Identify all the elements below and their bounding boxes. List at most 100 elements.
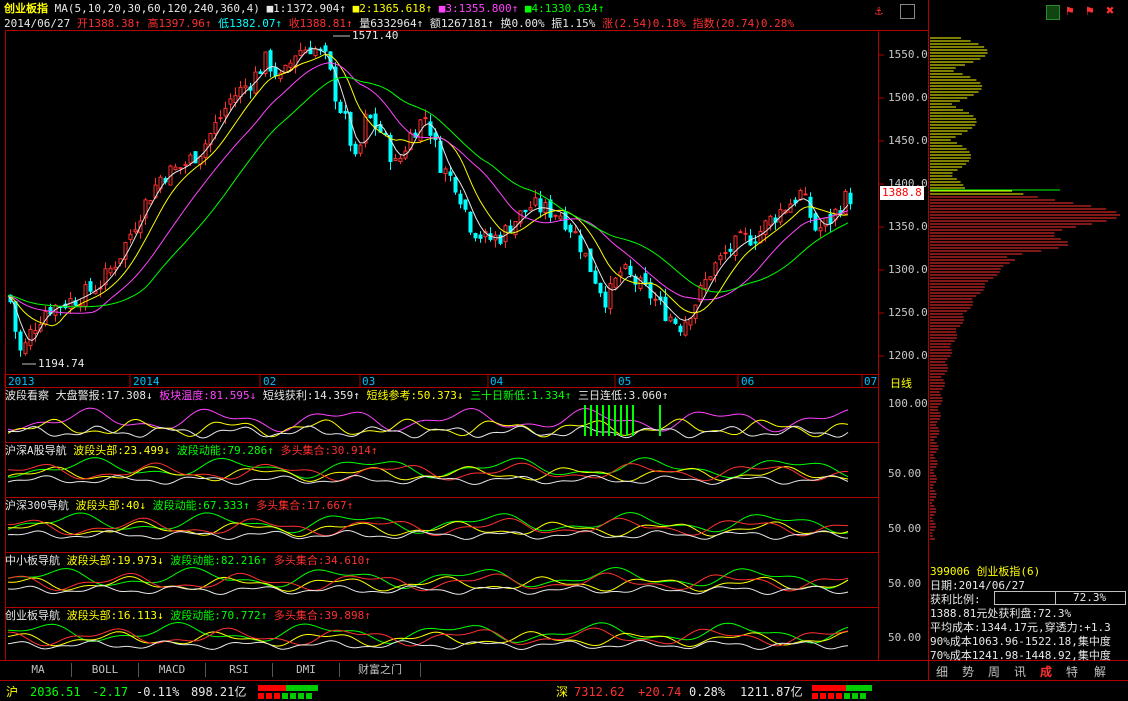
list-icon[interactable]: [1046, 5, 1060, 20]
candlestick: [768, 215, 773, 226]
tools-icon[interactable]: ✖: [1106, 3, 1114, 19]
sz-breadth-bar: [812, 685, 872, 699]
panel-tick: 50.00: [888, 467, 922, 480]
sh-pct: -0.11%: [136, 685, 180, 699]
candlestick: [558, 215, 563, 220]
panel-gem-title: 创业板导航 波段头部:16.113↓ 波段动能:70.772↑ 多头集合:39.…: [5, 609, 371, 622]
candlestick: [843, 190, 848, 215]
x-tick-02: 02: [263, 375, 277, 388]
bull-line: [7, 462, 849, 482]
date-value: 2014/06/27: [4, 17, 71, 30]
candlestick: [753, 241, 758, 244]
candlestick: [703, 279, 708, 290]
panel-item: 三日连低:3.060↑: [578, 389, 669, 402]
tab-detail[interactable]: 细: [932, 664, 952, 680]
y-tick-1450: 1450.0: [888, 134, 928, 147]
tab-cost[interactable]: 成: [1036, 664, 1056, 680]
candlestick: [538, 198, 543, 213]
tab-dmi[interactable]: DMI: [273, 663, 340, 677]
tab-explain[interactable]: 解: [1090, 664, 1110, 680]
candlestick: [458, 193, 463, 205]
amplitude-value: 振1.15%: [551, 17, 596, 30]
tab-special[interactable]: 特: [1062, 664, 1082, 680]
candlestick: [188, 154, 193, 164]
panel-item: 多头集合:34.610↑: [273, 554, 371, 567]
candlestick: [708, 276, 713, 281]
base-line: [7, 529, 849, 540]
window-icon[interactable]: [900, 4, 915, 19]
tab-rsi[interactable]: RSI: [206, 663, 273, 677]
x-tick-03: 03: [362, 375, 376, 388]
y-tick-1300: 1300.0: [888, 263, 928, 276]
sh-change: -2.17: [92, 685, 129, 699]
panel-name: 波段看察: [5, 389, 49, 402]
candlestick: [743, 232, 748, 235]
panel-item: 三十日新低:1.334↑: [470, 389, 572, 402]
candlestick: [453, 177, 458, 193]
panel-tick: 100.00: [888, 397, 928, 410]
candlestick: [593, 270, 598, 284]
sh-label: 沪: [6, 685, 19, 699]
panel-item: 多头集合:17.667↑: [256, 499, 354, 512]
anchor-icon[interactable]: ⚓: [875, 4, 883, 19]
candlestick: [258, 71, 263, 75]
tab-week[interactable]: 周: [984, 664, 1004, 680]
candlestick: [113, 266, 118, 270]
sz-price[interactable]: 7312.62: [574, 684, 625, 701]
candlestick: [673, 318, 678, 324]
tab-boll[interactable]: BOLL: [72, 663, 139, 677]
panel-name: 沪深300导航: [5, 499, 69, 512]
period-label[interactable]: 日线: [890, 375, 912, 391]
panel-name: 中小板导航: [5, 554, 60, 567]
candlestick: [213, 121, 218, 135]
candlestick: [133, 229, 138, 233]
ma1-value: ■1:1372.904↑: [266, 2, 347, 15]
open-value: 开1388.38↑: [76, 17, 141, 30]
sh-price[interactable]: 2036.51: [30, 684, 81, 701]
candlestick: [83, 284, 88, 307]
sz-label: 深: [556, 685, 569, 699]
x-tick-2014: 2014: [133, 375, 160, 388]
candlestick: [523, 209, 528, 213]
panel-wave-watch-title: 波段看察 大盘警报:17.308↓ 板块温度:81.595↓ 短线获利:14.3…: [5, 389, 668, 402]
panel-item: 短线获利:14.359↑: [262, 389, 360, 402]
turnover-value: 换0.00%: [500, 17, 545, 30]
tab-trend[interactable]: 势: [958, 664, 978, 680]
panel-sme-title: 中小板导航 波段头部:19.973↓ 波段动能:82.216↑ 多头集合:34.…: [5, 554, 371, 567]
bull-line: [7, 572, 849, 592]
panel-item: 波段头部:16.113↓: [66, 609, 164, 622]
profit-ratio-value: 72.3%: [1073, 591, 1107, 604]
candlestick: [28, 329, 33, 347]
candlestick: [228, 98, 233, 105]
y-tick-1550: 1550.0: [888, 48, 928, 61]
panel-item: 波段头部:23.499↓: [73, 444, 171, 457]
wave-line-yellow: [7, 418, 849, 438]
candlestick: [218, 117, 223, 120]
flag-alt-icon[interactable]: ⚑: [1086, 4, 1094, 19]
candlestick: [653, 298, 658, 301]
profit-ratio-bar: 72.3%: [994, 591, 1126, 605]
candlestick: [608, 283, 613, 310]
candlestick: [358, 144, 363, 154]
candlestick: [368, 114, 373, 119]
tab-ma[interactable]: MA: [5, 663, 72, 677]
candlestick: [353, 143, 358, 155]
ma4-value: ■4:1330.634↑: [524, 2, 605, 15]
y-tick-1200: 1200.0: [888, 349, 928, 362]
tab-macd[interactable]: MACD: [139, 663, 206, 677]
candlestick: [443, 168, 448, 175]
candlestick: [178, 167, 183, 170]
candlestick: [713, 262, 718, 276]
high-value: 高1397.96↑: [147, 17, 212, 30]
tab-wealth-gate[interactable]: 财富之门: [340, 663, 421, 677]
sz-change: +20.74: [638, 685, 682, 699]
candlestick: [603, 291, 608, 308]
tab-news[interactable]: 讯: [1010, 664, 1030, 680]
flag-icon[interactable]: ⚑: [1066, 4, 1074, 19]
trough-label: 1194.74: [38, 357, 85, 370]
panel-a-share-title: 沪深A股导航 波段头部:23.499↓ 波段动能:79.286↑ 多头集合:30…: [5, 444, 377, 457]
panel-name: 创业板导航: [5, 609, 60, 622]
candlestick: [678, 325, 683, 333]
candlestick: [528, 207, 533, 211]
candlestick: [553, 214, 558, 217]
